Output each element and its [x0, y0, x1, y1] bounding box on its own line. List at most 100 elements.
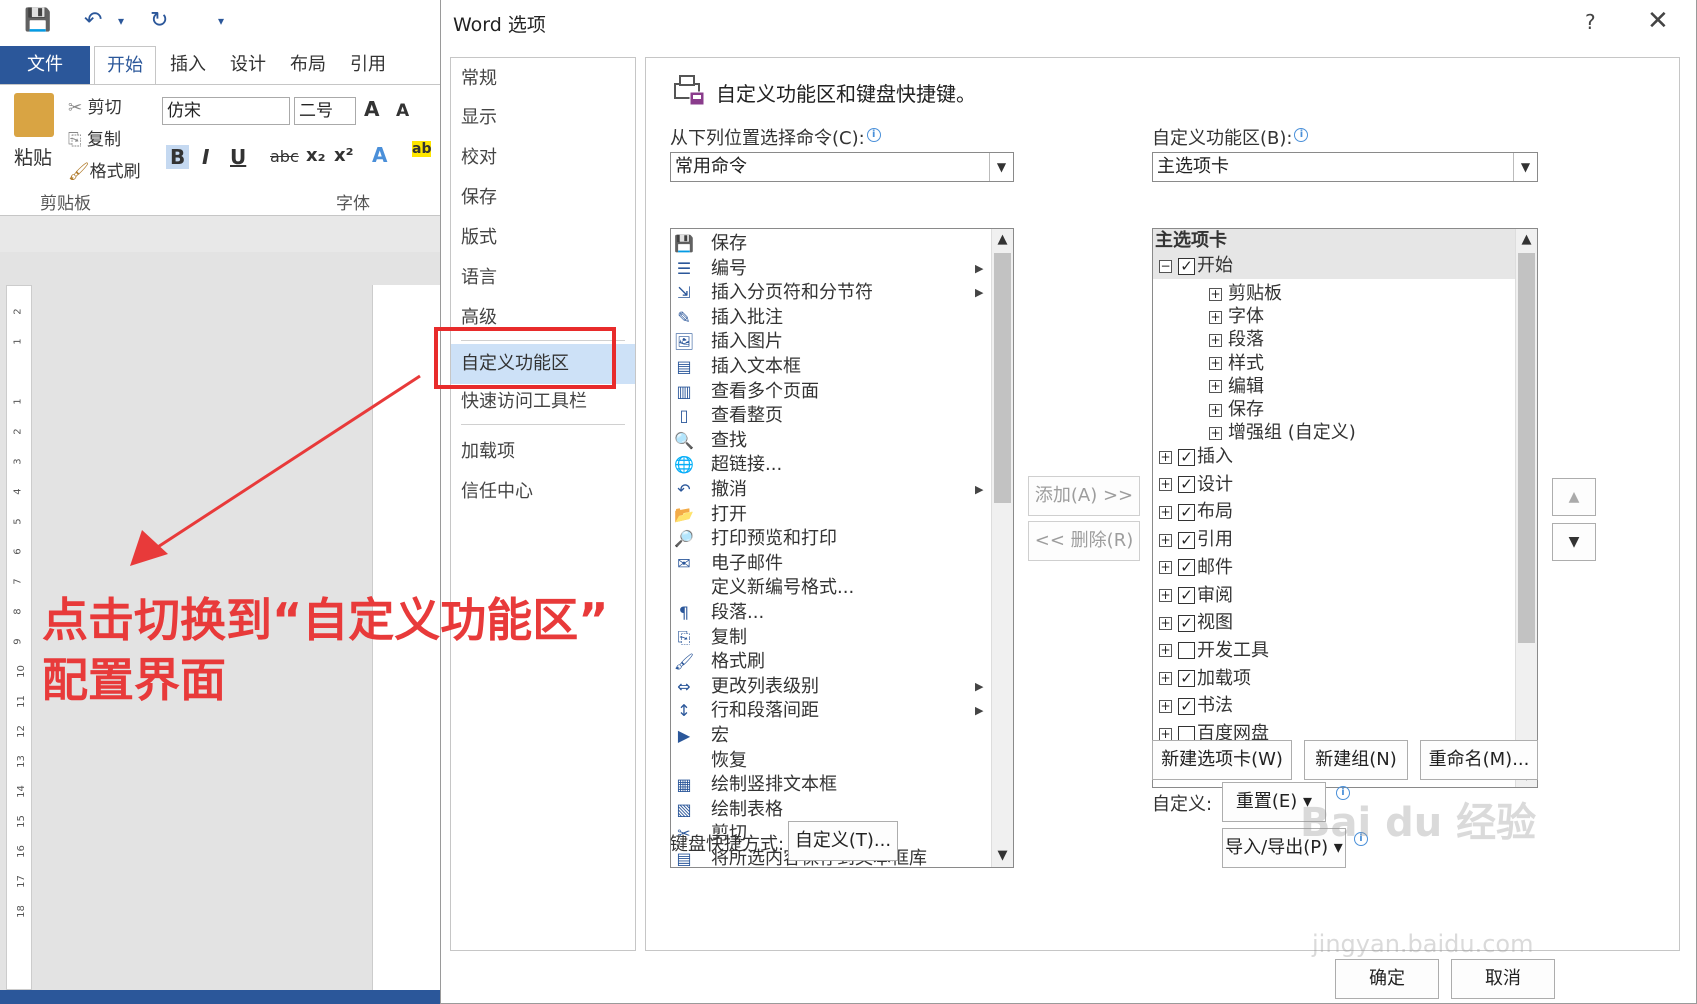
subscript-icon[interactable]: x₂ — [306, 145, 326, 166]
tab-insert[interactable]: 插入 — [158, 46, 218, 84]
move-up-button[interactable]: ▲ — [1552, 478, 1596, 516]
tab-references[interactable]: 引用 — [338, 46, 398, 84]
command-list-item[interactable]: ⎘ 复制 — [671, 625, 991, 650]
command-list-item[interactable]: 🖌 格式刷 — [671, 649, 991, 674]
command-list-item[interactable]: ▥ 查看多个页面 — [671, 379, 991, 404]
keyboard-customize-button[interactable]: 自定义(T)... — [788, 821, 898, 861]
checkbox-checked[interactable]: ✓ — [1178, 257, 1195, 275]
rename-button[interactable]: 重命名(M)... — [1420, 740, 1538, 780]
expand-icon[interactable]: + — [1159, 533, 1172, 547]
expand-icon[interactable]: + — [1159, 616, 1172, 630]
command-list-item[interactable]: 🖼 插入图片 — [671, 329, 991, 354]
command-list-item[interactable]: 📂 打开 — [671, 502, 991, 527]
tree-tab-item[interactable]: + ✓ 审阅 — [1159, 583, 1233, 609]
tab-design[interactable]: 设计 — [218, 46, 278, 84]
tree-tab-item[interactable]: + ✓ 邮件 — [1159, 555, 1233, 581]
customize-qat-icon[interactable]: ▾ — [218, 14, 224, 28]
collapse-icon[interactable]: − — [1159, 259, 1172, 273]
remove-button[interactable]: << 删除(R) — [1028, 521, 1140, 561]
nav-addins[interactable]: 加载项 — [451, 434, 635, 470]
checkbox-checked[interactable]: ✓ — [1178, 614, 1195, 632]
highlight-icon[interactable]: ab — [412, 141, 432, 157]
undo-icon[interactable]: ↶ — [84, 8, 102, 33]
new-group-button[interactable]: 新建组(N) — [1304, 740, 1408, 780]
tree-item-home[interactable]: − ✓ 开始 — [1153, 253, 1517, 279]
text-effects-icon[interactable]: A — [372, 143, 387, 167]
nav-trust-center[interactable]: 信任中心 — [451, 474, 635, 510]
scroll-down-icon[interactable]: ▼ — [992, 845, 1013, 867]
checkbox-checked[interactable]: ✓ — [1178, 476, 1195, 494]
italic-icon[interactable]: I — [202, 145, 209, 169]
command-list-item[interactable]: 恢复 — [671, 748, 991, 773]
expand-icon[interactable]: + — [1159, 727, 1172, 741]
tree-tab-item[interactable]: + ✓ 插入 — [1159, 444, 1233, 470]
strikethrough-icon[interactable]: abc — [270, 147, 299, 166]
nav-display[interactable]: 显示 — [451, 100, 635, 136]
tree-tab-item[interactable]: + ✓ 加载项 — [1159, 666, 1251, 692]
checkbox-checked[interactable]: ✓ — [1178, 503, 1195, 521]
tab-home[interactable]: 开始 — [94, 46, 156, 86]
expand-icon[interactable]: + — [1159, 561, 1172, 575]
expand-icon[interactable]: + — [1159, 672, 1172, 686]
add-button[interactable]: 添加(A) >> — [1028, 476, 1140, 516]
copy-button[interactable]: ⎘ 复制 — [68, 125, 121, 150]
tree-group-item[interactable]: + 段落 — [1209, 327, 1264, 353]
expand-icon[interactable]: + — [1209, 310, 1222, 324]
nav-layout[interactable]: 版式 — [451, 220, 635, 256]
close-icon[interactable]: ✕ — [1647, 6, 1669, 36]
scroll-up-icon[interactable]: ▲ — [1516, 229, 1537, 251]
undo-dropdown-icon[interactable]: ▾ — [118, 14, 124, 28]
choose-commands-combo[interactable]: 常用命令 ▼ — [670, 152, 1014, 182]
command-list-item[interactable]: ↶ 撤消 ▶ — [671, 477, 991, 502]
underline-icon[interactable]: U — [230, 145, 246, 169]
paste-icon[interactable] — [14, 93, 54, 137]
command-list-item[interactable]: ¶ 段落... — [671, 600, 991, 625]
help-icon[interactable]: ? — [1585, 10, 1596, 34]
tree-tab-item[interactable]: + 开发工具 — [1159, 638, 1269, 664]
expand-icon[interactable]: + — [1159, 505, 1172, 519]
new-tab-button[interactable]: 新建选项卡(W) — [1152, 740, 1292, 780]
checkbox-unchecked[interactable] — [1178, 642, 1195, 660]
tree-tab-item[interactable]: + ✓ 书法 — [1159, 693, 1233, 719]
expand-icon[interactable]: + — [1209, 287, 1222, 301]
command-list-item[interactable]: ▤ 插入文本框 — [671, 354, 991, 379]
checkbox-checked[interactable]: ✓ — [1178, 448, 1195, 466]
tab-file[interactable]: 文件 — [0, 46, 90, 84]
checkbox-checked[interactable]: ✓ — [1178, 531, 1195, 549]
tree-tab-item[interactable]: + ✓ 布局 — [1159, 499, 1233, 525]
command-list-item[interactable]: 🌐 超链接... — [671, 452, 991, 477]
command-list-item[interactable]: ✎ 插入批注 — [671, 305, 991, 330]
expand-icon[interactable]: + — [1209, 357, 1222, 371]
command-list-item[interactable]: 定义新编号格式... — [671, 575, 991, 600]
tree-scrollbar[interactable]: ▲ ▼ — [1515, 229, 1537, 787]
ribbon-tabs-tree[interactable]: 主选项卡 − ✓ 开始 + 剪贴板 + 字体 + 段落 + 样式 + 编辑 + 保存 + 增强组 (自定义) … — [1152, 228, 1538, 788]
nav-general[interactable]: 常规 — [451, 61, 635, 97]
cut-button[interactable]: ✂ 剪切 — [68, 93, 122, 118]
command-list-item[interactable]: ▦ 绘制竖排文本框 — [671, 772, 991, 797]
format-painter-button[interactable]: 🖌格式刷 — [68, 157, 141, 182]
nav-save[interactable]: 保存 — [451, 180, 635, 216]
command-list-item[interactable]: 💾 保存 — [671, 231, 991, 256]
tree-tab-item[interactable]: + ✓ 设计 — [1159, 472, 1233, 498]
save-icon[interactable]: 💾 — [24, 8, 51, 33]
scroll-thumb[interactable] — [1518, 253, 1535, 643]
command-list-item[interactable]: ▶ 宏 — [671, 723, 991, 748]
command-list-item[interactable]: ▯ 查看整页 — [671, 403, 991, 428]
command-list-item[interactable]: 🔍 查找 — [671, 428, 991, 453]
cancel-button[interactable]: 取消 — [1451, 959, 1555, 999]
command-list-item[interactable]: 🔎 打印预览和打印 — [671, 526, 991, 551]
tab-layout[interactable]: 布局 — [278, 46, 338, 84]
expand-icon[interactable]: + — [1159, 478, 1172, 492]
expand-icon[interactable]: + — [1159, 589, 1172, 602]
command-list-item[interactable]: ✉ 电子邮件 — [671, 551, 991, 576]
tree-group-item[interactable]: + 编辑 — [1209, 374, 1264, 400]
tree-group-item[interactable]: + 剪贴板 — [1209, 281, 1282, 307]
expand-icon[interactable]: + — [1159, 644, 1172, 658]
tree-group-item[interactable]: + 增强组 (自定义) — [1209, 420, 1356, 446]
ok-button[interactable]: 确定 — [1335, 959, 1439, 999]
shrink-font-icon[interactable]: A — [396, 101, 409, 121]
tree-tab-item[interactable]: + ✓ 引用 — [1159, 527, 1233, 553]
redo-icon[interactable]: ↻ — [150, 8, 168, 33]
move-down-button[interactable]: ▼ — [1552, 523, 1596, 561]
tree-group-item[interactable]: + 保存 — [1209, 397, 1264, 423]
